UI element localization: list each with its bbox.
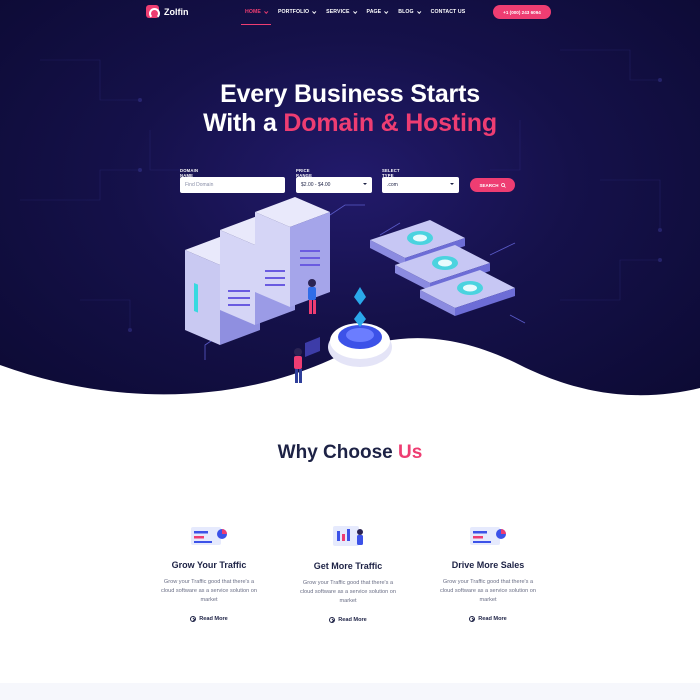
- nav-item-contact[interactable]: CONTACT US: [431, 9, 466, 15]
- person-standing: [308, 279, 316, 314]
- sales-chart-icon: [470, 527, 506, 545]
- top-nav: Zolfin HOME PORTFOLIO SERVICE PAGE BLOG: [0, 0, 700, 26]
- headline-prefix: With a: [203, 109, 284, 137]
- domain-name-input[interactable]: Find Domain: [180, 177, 285, 193]
- nav-item-label: SERVICE: [326, 9, 350, 15]
- server-racks: [185, 197, 330, 345]
- feature-description: Grow your Traffic good that there's a cl…: [160, 579, 258, 603]
- arrow-circle-icon: [190, 616, 197, 622]
- analytics-person-icon: [333, 526, 363, 546]
- nav-item-label: CONTACT US: [430, 9, 466, 15]
- chevron-down-icon: [352, 9, 357, 14]
- arrow-circle-icon: [329, 617, 336, 623]
- next-section-edge: [0, 683, 700, 700]
- caret-down-icon: [363, 183, 367, 185]
- nav-item-label: HOME: [245, 9, 261, 15]
- main-menu: HOME PORTFOLIO SERVICE PAGE BLOG CONTACT…: [241, 9, 476, 25]
- price-range-value: $2.00 - $4.00: [301, 182, 331, 188]
- price-range-field: PRICE RANGE $2.00 - $4.00: [296, 168, 372, 193]
- price-range-select[interactable]: $2.00 - $4.00: [296, 177, 372, 193]
- select-type-field: SELECT TYPE .com: [382, 168, 459, 193]
- feature-description: Grow your Traffic good that there's a cl…: [439, 579, 537, 603]
- caret-down-icon: [450, 183, 454, 185]
- chevron-down-icon: [312, 9, 317, 14]
- phone-button[interactable]: +1 (000) 243 6094: [493, 5, 551, 19]
- nav-item-service[interactable]: SERVICE: [326, 9, 357, 15]
- why-title-prefix: Why Choose: [277, 442, 399, 463]
- server-illustration: [185, 197, 526, 383]
- feature-card-get-traffic: Get More Traffic Grow your Traffic good …: [278, 523, 418, 623]
- select-type-value: .com: [387, 182, 398, 188]
- nav-item-label: PAGE: [366, 9, 382, 15]
- chevron-down-icon: [416, 9, 421, 14]
- hero-section: Zolfin HOME PORTFOLIO SERVICE PAGE BLOG: [0, 0, 700, 400]
- headline-line-2: With a Domain & Hosting: [0, 109, 700, 138]
- hero-headline: Every Business Starts With a Domain & Ho…: [0, 80, 700, 138]
- logo[interactable]: Zolfin: [146, 5, 189, 19]
- logo-icon: [146, 5, 160, 19]
- gpu-boards: [370, 220, 515, 316]
- feature-card-drive-sales: Drive More Sales Grow your Traffic good …: [418, 522, 558, 622]
- read-more-link[interactable]: Read More: [418, 616, 558, 622]
- why-title-accent: Us: [398, 442, 423, 463]
- feature-title: Grow Your Traffic: [171, 560, 247, 570]
- chevron-down-icon: [384, 9, 389, 14]
- search-button[interactable]: SEARCH: [470, 178, 515, 192]
- read-more-label: Read More: [338, 617, 367, 623]
- feature-description: Grow your Traffic good that there's a cl…: [299, 580, 397, 604]
- read-more-link[interactable]: Read More: [278, 617, 418, 623]
- nav-item-blog[interactable]: BLOG: [398, 9, 421, 15]
- read-more-link[interactable]: Read More: [139, 616, 279, 622]
- headline-line-1: Every Business Starts: [220, 80, 480, 108]
- nav-item-portfolio[interactable]: PORTFOLIO: [277, 9, 317, 15]
- why-choose-title: Why Choose Us: [0, 442, 700, 464]
- person-with-laptop: [294, 337, 320, 383]
- nav-item-page[interactable]: PAGE: [366, 9, 389, 15]
- traffic-chart-icon: [191, 527, 227, 545]
- search-button-label: SEARCH: [479, 182, 499, 188]
- nav-item-home[interactable]: HOME: [241, 9, 271, 25]
- data-platform: [328, 287, 392, 367]
- read-more-label: Read More: [478, 616, 507, 622]
- search-icon: [500, 182, 506, 188]
- nav-item-label: PORTFOLIO: [277, 9, 310, 15]
- chevron-down-icon: [264, 9, 269, 14]
- logo-text: Zolfin: [164, 6, 189, 17]
- feature-title: Get More Traffic: [313, 561, 383, 571]
- arrow-circle-icon: [469, 616, 476, 622]
- feature-card-grow-traffic: Grow Your Traffic Grow your Traffic good…: [139, 522, 279, 622]
- nav-item-label: BLOG: [398, 9, 414, 15]
- feature-title: Drive More Sales: [451, 560, 525, 570]
- headline-accent: Domain & Hosting: [283, 109, 497, 137]
- select-type-select[interactable]: .com: [382, 177, 459, 193]
- domain-name-field: DOMAIN NAME Find Domain: [180, 168, 285, 193]
- read-more-label: Read More: [199, 616, 228, 622]
